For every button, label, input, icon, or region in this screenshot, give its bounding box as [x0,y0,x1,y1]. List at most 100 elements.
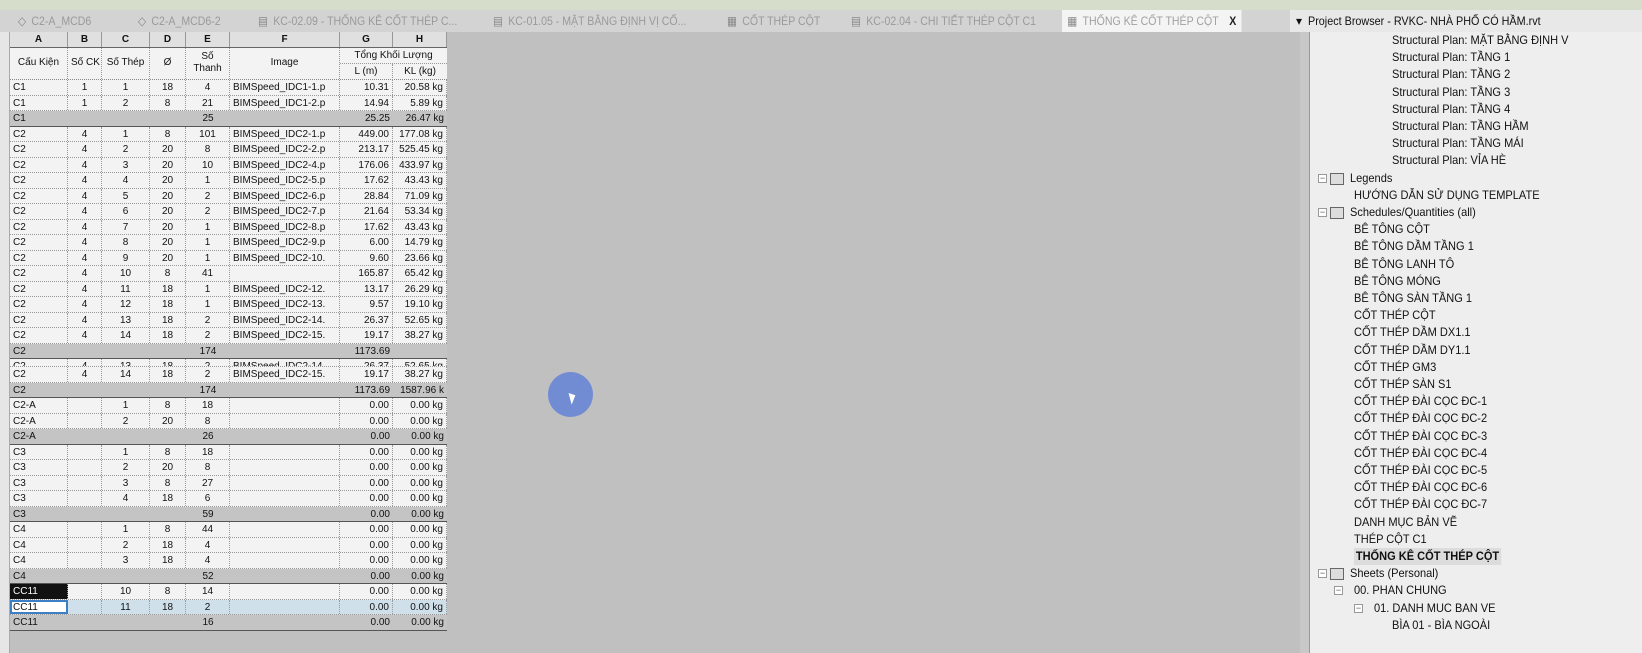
cell-A[interactable]: C3 [10,475,68,490]
cell-F[interactable]: BIMSpeed_IDC2-8.p [230,219,340,234]
group-total-row[interactable]: C2-A 26 0.00 0.00 kg [10,429,447,445]
cell-F[interactable]: BIMSpeed_IDC2-12. [230,281,340,296]
table-row[interactable]: C2-A 1 8 18 0.00 0.00 kg [10,398,447,414]
cell-B[interactable]: 4 [68,157,102,172]
cell-C[interactable]: 10 [102,584,150,599]
cell-A[interactable]: C2 [10,204,68,219]
cell-B[interactable] [68,475,102,490]
cell-B[interactable]: 1 [68,95,102,110]
table-row[interactable]: C2 4 10 8 41 165.87 65.42 kg [10,266,447,282]
tree-item[interactable]: CỐT THÉP ĐÀI CỌC ĐC-4 [1354,445,1487,462]
cell-G[interactable]: 21.64 [340,204,393,219]
cell-F[interactable]: BIMSpeed_IDC1-1.p [230,80,340,95]
cell-H[interactable]: 0.00 kg [393,615,447,630]
column-letter-E[interactable]: E [186,32,230,47]
cell-E[interactable]: 41 [186,266,230,281]
cell-F[interactable]: BIMSpeed_IDC2-14. [230,359,340,366]
cell-B[interactable] [68,569,102,584]
tree-item[interactable]: CỐT THÉP GM3 [1354,359,1436,376]
tree-item[interactable]: CỐT THÉP ĐÀI CỌC ĐC-3 [1354,428,1487,445]
cell-H[interactable]: 20.58 kg [393,80,447,95]
cell-C[interactable]: 2 [102,142,150,157]
cell-G[interactable]: 0.00 [340,553,393,568]
cell-A[interactable]: C2 [10,142,68,157]
cell-F[interactable] [230,413,340,428]
column-letter-H[interactable]: H [393,32,447,47]
collapse-icon[interactable]: − [1334,586,1343,596]
tab-1[interactable]: ◇ C2-A_MCD6 [18,10,91,32]
cell-H[interactable]: 14.79 kg [393,235,447,250]
cell-A[interactable]: C2 [10,367,68,382]
tree-item[interactable]: BÊ TÔNG LANH TÔ [1354,256,1454,273]
cell-B[interactable] [68,507,102,522]
table-row[interactable]: C3 4 18 6 0.00 0.00 kg [10,491,447,507]
cell-F[interactable]: BIMSpeed_IDC2-15. [230,367,340,382]
cell-C[interactable] [102,507,150,522]
tree-item[interactable]: BÊ TÔNG DẦM TẦNG 1 [1354,238,1474,255]
cell-C[interactable]: 11 [102,281,150,296]
cell-D[interactable]: 8 [150,522,186,537]
tree-item[interactable]: BÊ TÔNG SÀN TẦNG 1 [1354,290,1472,307]
cell-E[interactable]: 16 [186,615,230,630]
cell-G[interactable]: 0.00 [340,398,393,413]
tree-item[interactable]: Structural Plan: MẶT BẰNG ĐỊNH V [1392,32,1568,49]
header-group-tong-khoi-luong[interactable]: Tổng Khối Lượng [340,48,447,64]
cell-C[interactable] [102,429,150,444]
cell-A[interactable]: C4 [10,522,68,537]
cell-D[interactable]: 18 [150,491,186,506]
cell-A[interactable]: C2 [10,235,68,250]
cell-A[interactable]: C2 [10,328,68,343]
table-row[interactable]: C2 4 14 18 2 BIMSpeed_IDC2-15. 19.17 38.27 kg [10,328,447,344]
cell-F[interactable] [230,537,340,552]
cell-G[interactable]: 0.00 [340,491,393,506]
cell-D[interactable]: 8 [150,95,186,110]
cell-H[interactable]: 26.47 kg [393,111,447,126]
tab-3[interactable]: ▤ KC-02.09 - THỐNG KÊ CỐT THÉP C... [258,10,457,32]
cell-E[interactable]: 1 [186,281,230,296]
cell-A[interactable]: C2-A [10,429,68,444]
cell-B[interactable]: 4 [68,312,102,327]
cell-F[interactable] [230,553,340,568]
cell-B[interactable]: 4 [68,328,102,343]
group-total-row[interactable]: C3 59 0.00 0.00 kg [10,506,447,522]
cell-D[interactable]: 18 [150,537,186,552]
cell-G[interactable]: 9.60 [340,250,393,265]
cell-F[interactable] [230,429,340,444]
cell-F[interactable]: BIMSpeed_IDC1-2.p [230,95,340,110]
cell-H[interactable]: 43.43 kg [393,219,447,234]
cell-E[interactable]: 2 [186,328,230,343]
cell-E[interactable]: 59 [186,507,230,522]
cell-H[interactable]: 0.00 kg [393,491,447,506]
cell-B[interactable]: 4 [68,250,102,265]
tree-item[interactable]: Schedules/Quantities (all) [1350,204,1476,221]
cell-D[interactable] [150,383,186,398]
cell-G[interactable]: 14.94 [340,95,393,110]
header-so-thanh[interactable]: Số Thanh [186,48,230,79]
table-row[interactable]: C4 3 18 4 0.00 0.00 kg [10,553,447,569]
cell-C[interactable] [102,569,150,584]
cell-F[interactable] [230,522,340,537]
cell-H[interactable]: 65.42 kg [393,266,447,281]
cell-F[interactable]: BIMSpeed_IDC2-2.p [230,142,340,157]
cell-B[interactable]: 1 [68,80,102,95]
cell-G[interactable]: 19.17 [340,328,393,343]
cell-D[interactable] [150,429,186,444]
cell-A[interactable]: C2 [10,312,68,327]
cell-F[interactable] [230,398,340,413]
cell-A[interactable]: C2 [10,281,68,296]
column-letter-A[interactable]: A [10,32,68,47]
cell-E[interactable]: 2 [186,359,230,366]
cell-C[interactable] [102,383,150,398]
tree-item[interactable]: CỐT THÉP ĐÀI CỌC ĐC-7 [1354,496,1487,513]
cell-E[interactable]: 2 [186,188,230,203]
header-cau-kien[interactable]: Cấu Kiện [10,48,68,79]
cell-B[interactable] [68,383,102,398]
cell-G[interactable]: 0.00 [340,475,393,490]
cell-G[interactable]: 0.00 [340,522,393,537]
cell-C[interactable]: 9 [102,250,150,265]
cell-E[interactable]: 8 [186,413,230,428]
cell-F[interactable] [230,584,340,599]
cell-A[interactable]: C1 [10,95,68,110]
tree-item[interactable]: Structural Plan: TẦNG MÁI [1392,135,1524,152]
cell-C[interactable]: 4 [102,173,150,188]
